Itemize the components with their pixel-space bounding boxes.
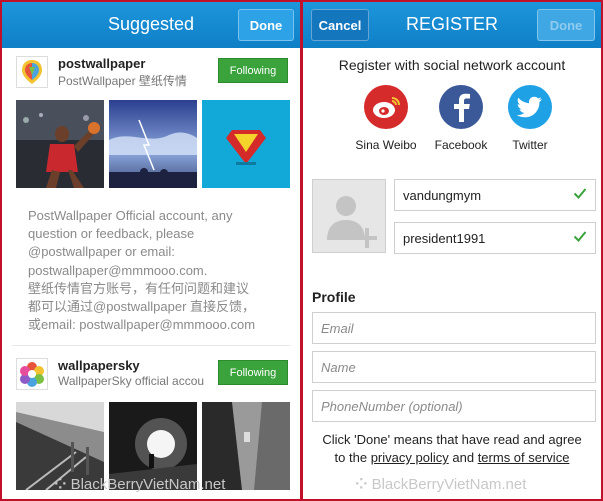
add-avatar-icon bbox=[327, 196, 377, 248]
suggested-header: Suggested Done bbox=[2, 2, 300, 48]
account-row: postwallpaper PostWallpaper 壁纸传情 Followi… bbox=[16, 54, 290, 92]
following-button[interactable]: Following bbox=[218, 360, 288, 385]
sina-weibo-button[interactable]: Sina Weibo bbox=[346, 85, 426, 152]
profile-heading: Profile bbox=[312, 289, 356, 305]
account-subtitle: WallpaperSky official accou bbox=[58, 374, 205, 388]
description-line: @postwallpaper or email: bbox=[28, 244, 175, 260]
check-icon bbox=[573, 231, 587, 242]
username-field[interactable]: vandungmym bbox=[394, 179, 596, 211]
following-button[interactable]: Following bbox=[218, 58, 288, 83]
done-button[interactable]: Done bbox=[537, 9, 595, 41]
watermark: ⁘ BlackBerryVietNam.net bbox=[54, 475, 225, 493]
description-line: 或email: postwallpaper@mmmooo.com bbox=[28, 317, 256, 333]
blackberry-logo-icon: ⁘ bbox=[355, 476, 368, 493]
terms-line: Click 'Done' means that have read and ag… bbox=[322, 432, 582, 447]
social-label: Facebook bbox=[434, 138, 488, 152]
divider bbox=[12, 345, 290, 346]
description-line: PostWallpaper Official account, any bbox=[28, 208, 233, 223]
wallpapersky-logo-icon bbox=[16, 358, 48, 390]
register-header: Cancel REGISTER Done bbox=[303, 2, 601, 48]
sina-weibo-icon bbox=[364, 85, 408, 129]
check-icon bbox=[573, 188, 587, 199]
phone-field[interactable] bbox=[312, 390, 596, 422]
account-name: wallpapersky bbox=[58, 358, 140, 373]
watermark-text: BlackBerryVietNam.net bbox=[371, 476, 527, 493]
terms-line-2: to the privacy policy and terms of servi… bbox=[307, 449, 597, 467]
terms-text: to the bbox=[334, 450, 368, 465]
description-line: postwallpaper@mmmooo.com. bbox=[28, 262, 208, 278]
description-line: 壁纸传情官方账号，有任何问题和建议 bbox=[28, 280, 250, 296]
account-name: postwallpaper bbox=[58, 56, 146, 71]
description-line: question or feedback, please bbox=[28, 226, 195, 242]
email-field[interactable] bbox=[312, 312, 596, 344]
username-value: vandungmym bbox=[403, 187, 482, 203]
register-screen: Cancel REGISTER Done Register with socia… bbox=[301, 0, 603, 501]
postwallpaper-logo-icon bbox=[16, 56, 48, 88]
facebook-icon bbox=[439, 85, 483, 129]
wallpaper-thumbnail[interactable] bbox=[16, 100, 104, 188]
account-row: wallpapersky WallpaperSky official accou… bbox=[16, 356, 290, 394]
blackberry-logo-icon: ⁘ bbox=[54, 476, 67, 493]
password-value: president1991 bbox=[403, 230, 486, 246]
social-label: Twitter bbox=[512, 138, 548, 152]
avatar-placeholder[interactable] bbox=[312, 179, 386, 253]
password-field[interactable]: president1991 bbox=[394, 222, 596, 254]
facebook-button[interactable]: Facebook bbox=[421, 85, 501, 152]
description-line: 都可以通过@postwallpaper 直接反馈， bbox=[28, 299, 256, 315]
wallpaper-thumbnail[interactable] bbox=[109, 100, 197, 188]
watermark: ⁘ BlackBerryVietNam.net bbox=[355, 475, 526, 493]
twitter-icon bbox=[508, 85, 552, 129]
wallpaper-thumbnail[interactable] bbox=[202, 100, 290, 188]
terms-notice: Click 'Done' means that have read and ag… bbox=[307, 431, 597, 467]
privacy-policy-link[interactable]: privacy policy bbox=[371, 450, 449, 465]
done-button[interactable]: Done bbox=[238, 9, 294, 41]
name-field[interactable] bbox=[312, 351, 596, 383]
suggested-screen: Suggested Done postwallpaper PostWallpap… bbox=[0, 0, 302, 501]
terms-of-service-link[interactable]: terms of service bbox=[478, 450, 570, 465]
social-label: Sina Weibo bbox=[355, 138, 417, 152]
terms-text: and bbox=[452, 450, 475, 465]
watermark-text: BlackBerryVietNam.net bbox=[70, 476, 226, 493]
twitter-button[interactable]: Twitter bbox=[490, 85, 570, 152]
register-subtitle: Register with social network account bbox=[338, 57, 566, 73]
account-subtitle: PostWallpaper 壁纸传情 bbox=[58, 74, 187, 88]
account-description: PostWallpaper Official account, any ques… bbox=[28, 207, 290, 334]
